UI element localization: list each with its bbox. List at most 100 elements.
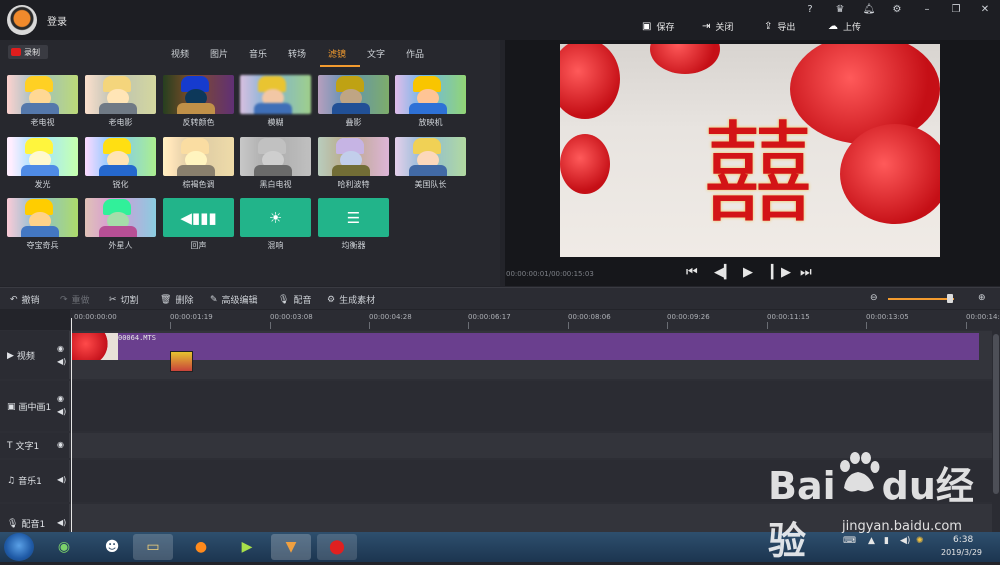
speaker-icon[interactable]: ◀)	[57, 357, 66, 366]
redo-button[interactable]: ↷ 重做	[60, 293, 90, 307]
play-icon[interactable]: ▶	[743, 265, 753, 280]
eye-icon[interactable]: ◉	[57, 394, 64, 403]
ruler-tick: 00:00:00:00	[74, 313, 117, 321]
close-window-icon[interactable]: ✕	[976, 3, 994, 17]
qq-icon[interactable]: ☻	[92, 534, 132, 560]
save-button[interactable]: ▣ 保存	[642, 19, 674, 33]
filter-item[interactable]: 哈利波特	[318, 137, 389, 190]
playhead[interactable]	[71, 318, 72, 532]
zoom-in-icon[interactable]: ⊕	[978, 293, 986, 303]
filter-thumbnail	[7, 198, 78, 237]
filter-item[interactable]: 棕褐色调	[163, 137, 234, 190]
tab-filter[interactable]: 滤镜	[328, 47, 346, 60]
filter-item[interactable]: 锐化	[85, 137, 156, 190]
zoom-slider-track[interactable]	[888, 298, 954, 300]
video-editor-app-icon[interactable]: ▼	[271, 534, 311, 560]
zoom-slider-handle[interactable]	[947, 294, 953, 303]
filter-item[interactable]: ☀ 混响	[240, 198, 311, 251]
maximize-icon[interactable]: ❐	[947, 3, 965, 17]
step-back-icon[interactable]: ◀▎	[714, 265, 734, 280]
speaker-icon[interactable]: ◀)	[57, 407, 66, 416]
tab-video[interactable]: 视频	[171, 47, 189, 60]
video-clip[interactable]	[72, 333, 979, 360]
speaker-icon[interactable]: ◀)	[57, 518, 66, 527]
double-happiness-text: 囍	[703, 110, 813, 238]
video-player-icon[interactable]: ▶	[227, 534, 267, 560]
cut-button[interactable]: ✂ 切割	[109, 293, 139, 307]
zoom-out-icon[interactable]: ⊖	[870, 293, 878, 303]
login-link[interactable]: 登录	[47, 13, 67, 28]
dragged-filter-clip[interactable]	[170, 351, 193, 372]
export-icon: ⇪	[764, 20, 773, 32]
filter-thumbnail	[7, 137, 78, 176]
help-icon[interactable]: ?	[801, 3, 819, 17]
eye-icon[interactable]: ◉	[57, 344, 64, 353]
microphone-icon: 🎙︎	[7, 518, 19, 529]
ruler-tick: 00:00:09:26	[667, 313, 710, 321]
filter-thumbnail	[85, 75, 156, 114]
speaker-icon[interactable]: ◀)	[57, 475, 66, 484]
video-preview: 囍	[560, 44, 940, 257]
export-button[interactable]: ⇪ 导出	[764, 19, 795, 33]
gear-icon[interactable]: ⚙	[888, 3, 906, 17]
filter-item[interactable]: 反转颜色	[163, 75, 234, 128]
undo-button[interactable]: ↶ 撤销	[10, 293, 40, 307]
tab-transition[interactable]: 转场	[288, 47, 306, 60]
screen-recorder-icon[interactable]: ⬤	[317, 534, 357, 560]
video-track-icon: ▶	[7, 350, 14, 361]
filter-thumbnail	[240, 75, 311, 114]
vip-icon[interactable]: ♛	[831, 3, 849, 17]
filter-item[interactable]: 夺宝奇兵	[7, 198, 78, 251]
pip-track-label: ▣ 画中画1	[7, 401, 52, 414]
skip-end-icon[interactable]: ⏭	[800, 265, 812, 280]
active-tab-indicator	[320, 65, 360, 67]
filter-thumbnail	[240, 137, 311, 176]
ruler-tick: 00:00:01:19	[170, 313, 213, 321]
dub-button[interactable]: 🎙︎ 配音	[278, 293, 311, 307]
filter-item[interactable]: 老电影	[85, 75, 156, 128]
music-track-label: ♫ 音乐1	[7, 475, 42, 488]
filter-item[interactable]: 发光	[7, 137, 78, 190]
filter-item[interactable]: ◀▮▮▮ 回声	[163, 198, 234, 251]
step-forward-icon[interactable]: ▎▶	[771, 265, 791, 280]
filter-item[interactable]: 叠影	[318, 75, 389, 128]
skip-start-icon[interactable]: ⏮	[686, 265, 698, 280]
music-note-icon: ♫	[7, 475, 16, 486]
filter-item[interactable]: 黑白电视	[240, 137, 311, 190]
baidu-paw-logo	[840, 452, 880, 492]
pip-track-row[interactable]	[70, 381, 992, 431]
scissors-icon: ✂	[109, 294, 117, 305]
filter-thumbnail	[85, 198, 156, 237]
upload-button[interactable]: ☁ 上传	[828, 19, 861, 33]
advanced-edit-button[interactable]: ✎ 高级编辑	[210, 293, 258, 307]
upload-icon: ☁	[828, 20, 838, 32]
clip-thumbnail	[72, 333, 118, 360]
filter-thumbnail	[85, 137, 156, 176]
tab-text[interactable]: 文字	[367, 47, 385, 60]
start-button[interactable]	[4, 533, 34, 561]
tab-image[interactable]: 图片	[210, 47, 228, 60]
filter-thumbnail	[395, 75, 466, 114]
refresh-app-icon[interactable]: ◉	[44, 534, 84, 560]
tab-music[interactable]: 音乐	[249, 47, 267, 60]
record-button[interactable]: 录制	[8, 45, 48, 59]
tab-works[interactable]: 作品	[406, 47, 424, 60]
firefox-icon[interactable]: ●	[181, 534, 221, 560]
delete-button[interactable]: 🗑︎ 删除	[160, 293, 193, 307]
ruler-tick: 00:00:03:08	[270, 313, 313, 321]
eye-icon[interactable]: ◉	[57, 440, 64, 449]
close-button[interactable]: ⇥ 关闭	[702, 19, 733, 33]
generate-button[interactable]: ⚙ 生成素材	[327, 293, 375, 307]
file-explorer-icon[interactable]: ▭	[133, 534, 173, 560]
ruler-tick: 00:00:14:	[966, 313, 1000, 321]
filter-item[interactable]: 外星人	[85, 198, 156, 251]
filter-item[interactable]: 模糊	[240, 75, 311, 128]
bell-icon[interactable]: 🔔︎	[860, 3, 878, 17]
filter-item[interactable]: 美国队长	[395, 137, 466, 190]
filter-item[interactable]: 放映机	[395, 75, 466, 128]
filter-thumbnail	[318, 75, 389, 114]
minimize-icon[interactable]: –	[918, 3, 936, 17]
filter-item[interactable]: ☰ 均衡器	[318, 198, 389, 251]
filter-item[interactable]: 老电视	[7, 75, 78, 128]
trash-icon: 🗑︎	[160, 294, 172, 305]
